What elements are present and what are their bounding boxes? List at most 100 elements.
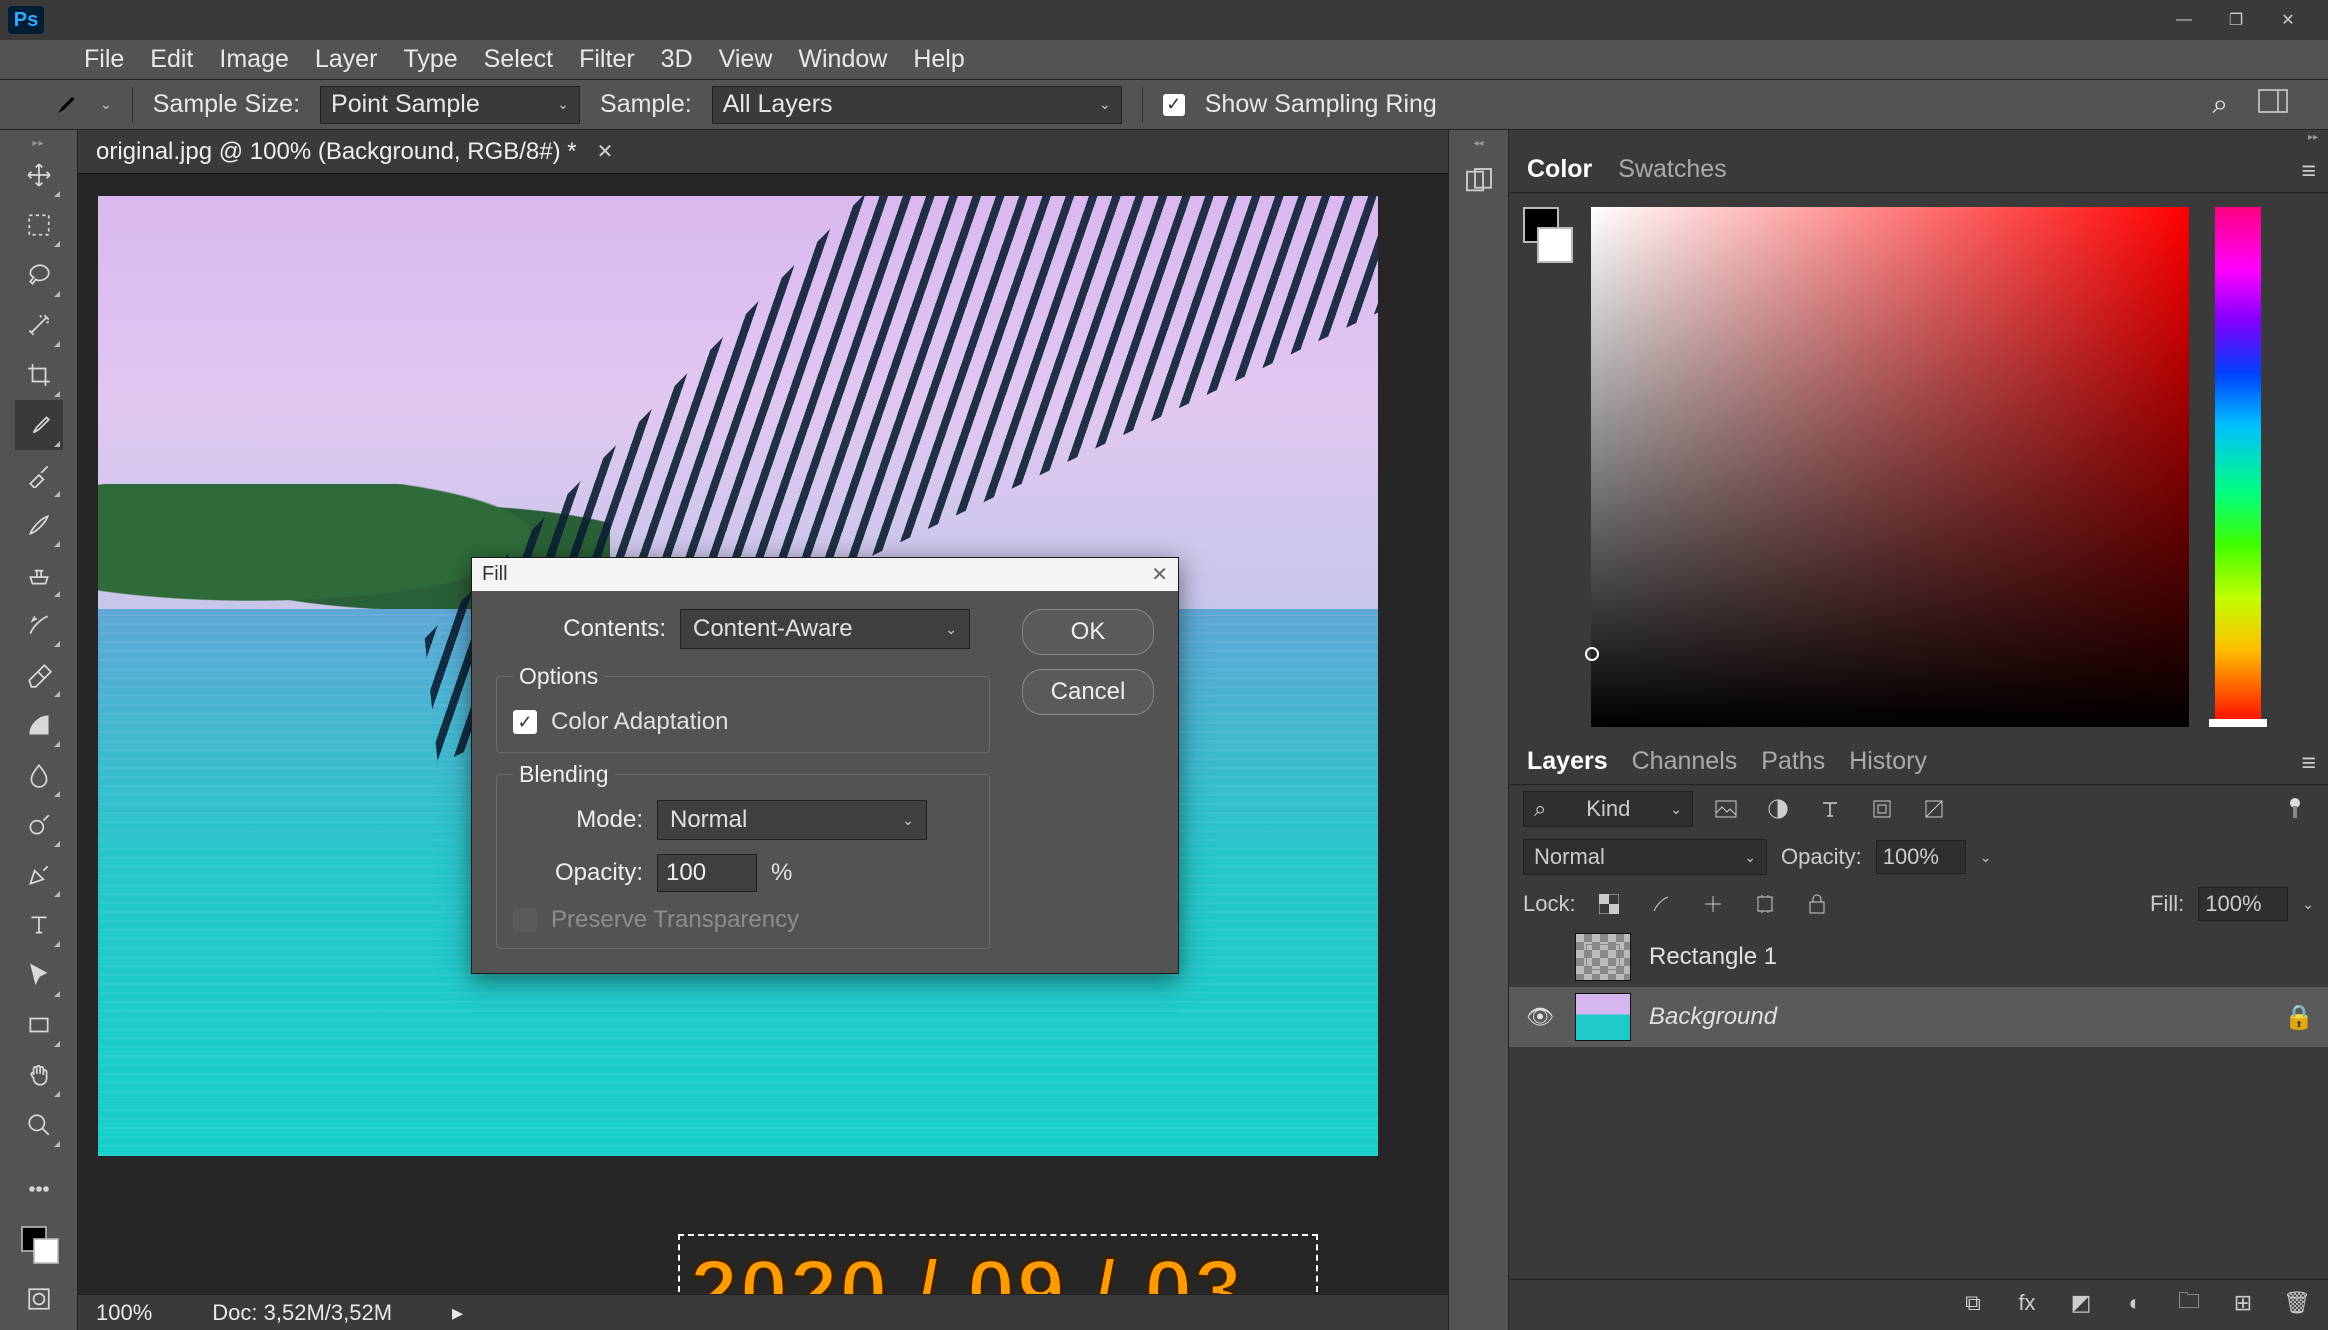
panel-menu-icon[interactable]: ≡ xyxy=(2301,157,2316,186)
tab-paths[interactable]: Paths xyxy=(1761,747,1825,776)
status-zoom[interactable]: 100% xyxy=(96,1300,152,1326)
layer-name[interactable]: Background xyxy=(1649,1003,2266,1031)
lock-transparency-icon[interactable] xyxy=(1590,888,1628,920)
tool-lasso[interactable] xyxy=(15,250,63,300)
layer-fx-icon[interactable]: fx xyxy=(2010,1288,2044,1318)
menu-3d[interactable]: 3D xyxy=(661,45,693,74)
tool-history-brush[interactable] xyxy=(15,600,63,650)
lock-all-icon[interactable] xyxy=(1798,888,1836,920)
tool-type[interactable] xyxy=(15,900,63,950)
workspace-switcher-icon[interactable] xyxy=(2258,89,2288,120)
cancel-button[interactable]: Cancel xyxy=(1022,669,1154,715)
tool-magic-wand[interactable] xyxy=(15,300,63,350)
layer-name[interactable]: Rectangle 1 xyxy=(1649,943,2314,971)
sample-size-dropdown[interactable]: Point Sample ⌄ xyxy=(320,86,580,124)
filter-adjustment-icon[interactable] xyxy=(1759,793,1797,825)
window-minimize-button[interactable]: — xyxy=(2172,8,2196,32)
window-maximize-button[interactable]: ❐ xyxy=(2224,8,2248,32)
tool-marquee[interactable] xyxy=(15,200,63,250)
layer-row[interactable]: 👁 Background 🔒 xyxy=(1509,987,2328,1047)
tool-zoom[interactable] xyxy=(15,1100,63,1150)
color-field[interactable] xyxy=(1591,207,2189,727)
tool-clone-stamp[interactable] xyxy=(15,550,63,600)
filter-type-icon[interactable] xyxy=(1811,793,1849,825)
layer-thumbnail[interactable] xyxy=(1575,933,1631,981)
caret-icon[interactable]: ⌄ xyxy=(1980,849,1992,866)
menu-select[interactable]: Select xyxy=(484,45,553,74)
layer-filter-kind-dropdown[interactable]: ⌕ Kind ⌄ xyxy=(1523,791,1693,827)
search-icon[interactable]: ⌕ xyxy=(2212,88,2228,121)
hue-slider[interactable] xyxy=(2215,207,2261,727)
lock-position-icon[interactable] xyxy=(1694,888,1732,920)
layer-mask-icon[interactable]: ◩ xyxy=(2064,1288,2098,1318)
blend-mode-dropdown[interactable]: Normal ⌄ xyxy=(1523,839,1767,875)
mode-dropdown[interactable]: Normal ⌄ xyxy=(657,800,927,840)
tab-color[interactable]: Color xyxy=(1527,155,1592,184)
tool-blur[interactable] xyxy=(15,750,63,800)
new-layer-icon[interactable]: ⊞ xyxy=(2226,1288,2260,1318)
filter-pixel-icon[interactable] xyxy=(1707,793,1745,825)
panel-grip-icon[interactable]: ▸▸ xyxy=(19,136,59,150)
dialog-titlebar[interactable]: Fill ✕ xyxy=(472,558,1178,591)
tool-foreground-background-colors[interactable] xyxy=(15,1214,63,1274)
menu-window[interactable]: Window xyxy=(798,45,887,74)
tool-eyedropper[interactable] xyxy=(15,400,63,450)
menu-image[interactable]: Image xyxy=(219,45,288,74)
fg-bg-swatches[interactable] xyxy=(1523,207,1573,727)
tool-move[interactable] xyxy=(15,150,63,200)
delete-layer-icon[interactable]: 🗑 xyxy=(2280,1288,2314,1318)
caret-icon[interactable]: ⌄ xyxy=(2302,896,2314,913)
menu-type[interactable]: Type xyxy=(403,45,457,74)
menu-edit[interactable]: Edit xyxy=(150,45,193,74)
opacity-input[interactable] xyxy=(1876,840,1966,874)
dialog-close-icon[interactable]: ✕ xyxy=(1151,562,1168,587)
status-doc-size[interactable]: Doc: 3,52M/3,52M xyxy=(212,1300,392,1326)
panel-grip-icon[interactable]: ▸▸ xyxy=(2298,130,2328,145)
tool-rectangle[interactable] xyxy=(15,1000,63,1050)
status-caret-icon[interactable]: ▸ xyxy=(452,1300,463,1326)
color-adaptation-checkbox[interactable]: ✓ xyxy=(513,710,537,734)
tool-dodge[interactable] xyxy=(15,800,63,850)
layer-row[interactable]: Rectangle 1 xyxy=(1509,927,2328,987)
filter-smartobject-icon[interactable] xyxy=(1915,793,1953,825)
contents-dropdown[interactable]: Content-Aware ⌄ xyxy=(680,609,970,649)
filter-shape-icon[interactable] xyxy=(1863,793,1901,825)
background-color-swatch[interactable] xyxy=(1537,227,1573,263)
menu-layer[interactable]: Layer xyxy=(315,45,378,74)
tool-pen[interactable] xyxy=(15,850,63,900)
layer-visibility-toggle[interactable]: 👁 xyxy=(1523,1004,1557,1030)
menu-view[interactable]: View xyxy=(719,45,773,74)
sample-dropdown[interactable]: All Layers ⌄ xyxy=(712,86,1122,124)
lock-artboard-icon[interactable] xyxy=(1746,888,1784,920)
menu-file[interactable]: File xyxy=(84,45,124,74)
adjustment-layer-icon[interactable]: ◐ xyxy=(2118,1288,2152,1318)
panel-menu-icon[interactable]: ≡ xyxy=(2301,749,2316,778)
tool-gradient[interactable] xyxy=(15,700,63,750)
tool-edit-toolbar[interactable] xyxy=(15,1164,63,1214)
tool-brush[interactable] xyxy=(15,500,63,550)
link-layers-icon[interactable]: ⧉ xyxy=(1956,1288,1990,1318)
tool-path-selection[interactable] xyxy=(15,950,63,1000)
opacity-input[interactable] xyxy=(657,854,757,892)
layer-thumbnail[interactable] xyxy=(1575,993,1631,1041)
lock-image-icon[interactable] xyxy=(1642,888,1680,920)
tab-channels[interactable]: Channels xyxy=(1632,747,1738,776)
tab-swatches[interactable]: Swatches xyxy=(1618,155,1726,184)
layer-group-icon[interactable]: 🗀 xyxy=(2172,1288,2206,1318)
document-tab-close-icon[interactable]: ✕ xyxy=(597,139,614,164)
ok-button[interactable]: OK xyxy=(1022,609,1154,655)
tool-healing-brush[interactable] xyxy=(15,450,63,500)
tool-eraser[interactable] xyxy=(15,650,63,700)
document-tab[interactable]: original.jpg @ 100% (Background, RGB/8#)… xyxy=(96,138,613,166)
menu-help[interactable]: Help xyxy=(913,45,964,74)
filter-toggle-icon[interactable] xyxy=(2276,793,2314,825)
tab-history[interactable]: History xyxy=(1849,747,1927,776)
layer-lock-icon[interactable]: 🔒 xyxy=(2284,1003,2314,1032)
libraries-icon[interactable] xyxy=(1459,161,1499,201)
tool-hand[interactable] xyxy=(15,1050,63,1100)
tool-crop[interactable] xyxy=(15,350,63,400)
menu-filter[interactable]: Filter xyxy=(579,45,635,74)
panel-grip-icon[interactable]: ◂◂ xyxy=(1473,138,1483,149)
eyedropper-icon[interactable] xyxy=(48,89,80,121)
tool-preset-caret-icon[interactable]: ⌄ xyxy=(100,96,112,113)
